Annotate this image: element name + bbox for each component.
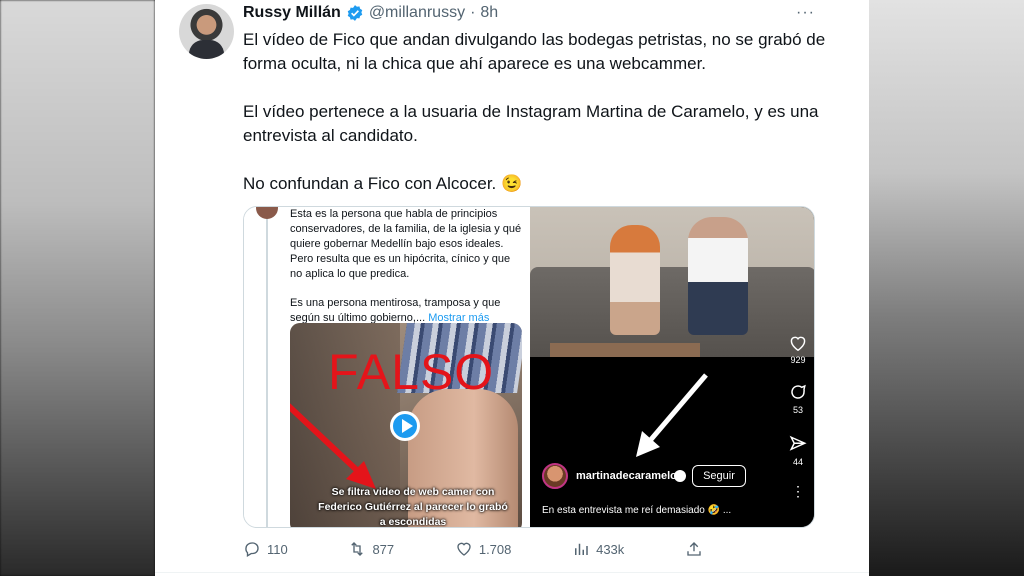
ig-username[interactable]: martinadecaramelo xyxy=(576,470,677,482)
ig-caption: En esta entrevista me reí demasiado 🤣 ..… xyxy=(542,505,732,516)
like-count: 1.708 xyxy=(478,541,512,557)
ig-share-count: 44 xyxy=(792,457,803,467)
analytics-icon xyxy=(575,543,588,555)
instagram-reel-screenshot[interactable]: martinadecaramelo Seguir En esta entrevi… xyxy=(530,207,814,527)
embedded-text-1: Esta es la persona que habla de principi… xyxy=(290,208,522,280)
send-icon xyxy=(789,435,807,451)
follow-button[interactable]: Seguir xyxy=(692,465,746,487)
ig-like-count: 929 xyxy=(790,355,806,365)
author-name[interactable]: Russy Millán xyxy=(243,4,341,22)
retweet-button[interactable]: 877 xyxy=(348,538,394,560)
man-shape xyxy=(688,217,748,335)
ig-comment[interactable]: 53 xyxy=(780,383,814,415)
comment-icon xyxy=(791,384,806,399)
views-button[interactable]: 433k xyxy=(572,538,624,560)
tweet-paragraph: El vídeo de Fico que andan divulgando la… xyxy=(243,30,826,73)
reply-button[interactable]: 110 xyxy=(243,538,288,560)
background-left xyxy=(0,0,155,576)
reply-count: 110 xyxy=(267,541,288,557)
more-options-icon[interactable]: ··· xyxy=(796,4,815,22)
background-right xyxy=(869,0,1024,576)
verified-badge-icon xyxy=(347,5,363,21)
video-caption: Se filtra video de web camer con Federic… xyxy=(318,486,508,528)
author-handle[interactable]: @millanrussy xyxy=(369,4,465,22)
tweet-card[interactable]: Russy Millán @millanrussy · 8h ··· El ví… xyxy=(155,0,869,576)
table-shape xyxy=(550,343,700,357)
ig-like[interactable]: 929 xyxy=(780,335,814,365)
white-arrow-icon xyxy=(636,373,708,457)
tweet-paragraph: No confundan a Fico con Alcocer. 😉 xyxy=(243,174,523,193)
ig-action-column: 929 53 44 ⋮ xyxy=(780,335,814,527)
reply-icon xyxy=(245,542,259,557)
embedded-avatar xyxy=(256,207,278,219)
ig-more-icon[interactable]: ⋮ xyxy=(780,483,814,500)
embedded-tweet-screenshot[interactable]: Esta es la persona que habla de principi… xyxy=(244,207,530,528)
play-icon[interactable] xyxy=(390,411,420,441)
like-button[interactable]: 1.708 xyxy=(455,538,512,560)
tweet-actions: 110 877 1.708 433k xyxy=(243,538,703,560)
separator-dot: · xyxy=(470,4,476,21)
ig-verified-icon xyxy=(674,470,686,482)
tweet-media[interactable]: Esta es la persona que habla de principi… xyxy=(243,206,815,528)
retweet-icon xyxy=(351,542,364,556)
tweet-header: Russy Millán @millanrussy · 8h xyxy=(243,2,498,24)
avatar[interactable] xyxy=(179,4,234,59)
reel-black-area: martinadecaramelo Seguir En esta entrevi… xyxy=(530,357,814,527)
falso-overlay: FALSO xyxy=(328,344,495,400)
embedded-tweet-text: Esta es la persona que habla de principi… xyxy=(290,207,522,326)
embedded-video[interactable]: FALSO Se filtra video de web camer con F… xyxy=(290,323,522,528)
ig-share[interactable]: 44 xyxy=(780,435,814,467)
tweet-text: El vídeo de Fico que andan divulgando la… xyxy=(243,28,833,196)
share-icon xyxy=(687,542,701,556)
heart-icon xyxy=(790,336,806,352)
tweet-paragraph: El vídeo pertenece a la usuaria de Insta… xyxy=(243,102,819,145)
interview-photo xyxy=(530,207,814,357)
tweet-time[interactable]: 8h xyxy=(480,4,498,22)
heart-icon xyxy=(457,542,471,556)
divider xyxy=(155,572,869,573)
woman-shape xyxy=(610,225,660,335)
thread-line xyxy=(266,207,268,527)
ig-comment-count: 53 xyxy=(792,405,803,415)
share-button[interactable] xyxy=(685,538,703,560)
ig-avatar[interactable] xyxy=(542,463,568,489)
views-count: 433k xyxy=(596,541,625,557)
retweet-count: 877 xyxy=(372,541,395,557)
